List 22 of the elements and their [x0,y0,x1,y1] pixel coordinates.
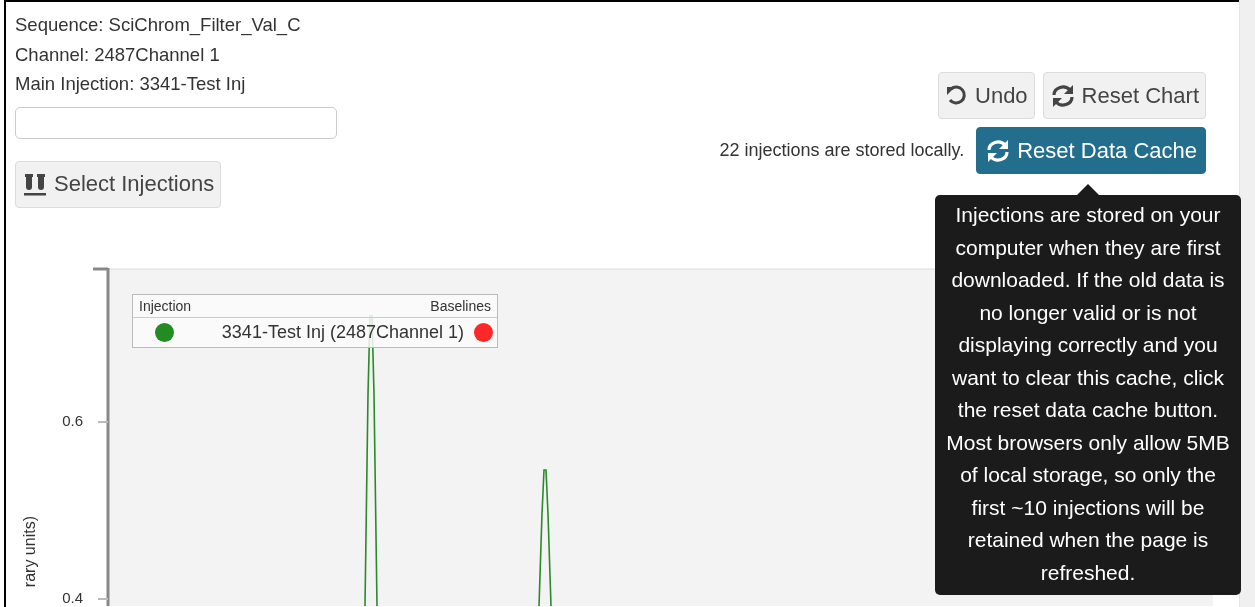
y-tick-mark [97,421,109,423]
reset-chart-button[interactable]: Reset Chart [1042,72,1206,119]
sequence-label: Sequence: SciChrom_Filter_Val_C [15,13,302,38]
scrollbar-track[interactable] [1239,0,1255,607]
cache-status-text: 22 injections are stored locally. [719,140,965,161]
legend-entry[interactable]: 3341-Test Inj (2487Channel 1) [184,322,464,343]
undo-button[interactable]: Undo [938,72,1035,119]
test-tubes-icon [22,172,48,196]
refresh-icon [1049,83,1076,108]
y-tick-label: 0.6 [62,412,83,429]
select-injections-button[interactable]: Select Injections [15,160,222,208]
y-tick-label: 0.4 [62,589,83,606]
tooltip-text: Injections are stored on your computer when they are first downloaded. If the old data is no longer valid or is not displaying correctly and you want to clear this cache, click the reset data cache button. Most browsers only allow 5MB of local storage, so only the first ~10 injections will be retained when the page is refreshed. [945,202,1231,586]
main-injection-label: Main Injection: 3341-Test Inj [15,72,247,96]
legend-header: Baselines [430,298,491,314]
y-tick-mark [97,598,109,600]
reset-data-cache-button[interactable]: Reset Data Cache [976,127,1206,174]
legend-header: Injection [139,298,192,314]
y-axis-label: rary units) [21,516,38,588]
refresh-icon [985,138,1012,163]
input-field[interactable] [15,106,337,139]
channel-label: Channel: 2487Channel 1 [15,42,221,67]
